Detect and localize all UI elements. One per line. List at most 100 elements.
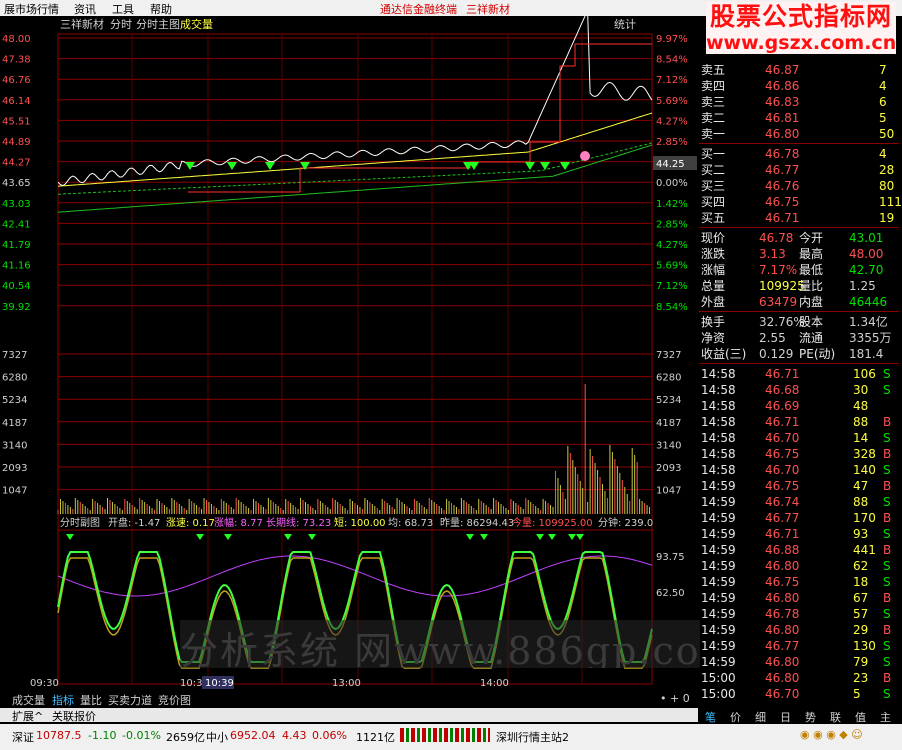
stat-value: 3355万 — [849, 331, 892, 345]
chart-stock-name: 三祥新材 — [60, 17, 104, 31]
app-title: 通达信金融终端 — [380, 3, 457, 16]
stat-row[interactable]: 涨幅 7.17% 最低 42.70 — [699, 262, 899, 278]
right-tab[interactable]: 日 — [780, 709, 791, 725]
zoom-icons[interactable]: • + 0 — [660, 692, 690, 705]
tick-time: 14:58 — [701, 383, 736, 397]
tick-volume: 441 — [853, 543, 876, 557]
tick-row[interactable]: 14:59 46.77 170 B — [699, 510, 899, 526]
tick-time: 15:00 — [701, 671, 736, 685]
ask-row[interactable]: 卖三 46.83 6 — [699, 94, 899, 110]
stat-label: 现价 — [701, 231, 726, 245]
tick-row[interactable]: 14:59 46.71 93 S — [699, 526, 899, 542]
right-tab[interactable]: 价 — [730, 709, 741, 725]
tab-expand[interactable]: 扩展^ — [12, 708, 43, 724]
right-tab[interactable]: 值 — [855, 709, 866, 725]
menu-help[interactable]: 帮助 — [150, 1, 172, 17]
tick-row[interactable]: 14:58 46.70 14 S — [699, 430, 899, 446]
tick-price: 46.74 — [765, 495, 800, 509]
indicator-header-item: 短: 100.00 — [334, 516, 386, 529]
stat-value: 1.25 — [849, 279, 876, 293]
intraday-chart[interactable]: 三祥新材 分时 分时主图 成交量 统计 48.00 9.97% 47.38 8.54% 46.76… — [0, 10, 698, 690]
tick-row[interactable]: 14:59 46.88 441 B — [699, 542, 899, 558]
tick-volume: 48 — [853, 399, 869, 413]
bid-row[interactable]: 买一 46.78 4 — [699, 146, 899, 162]
tick-row[interactable]: 14:59 46.75 18 S — [699, 574, 899, 590]
right-tab[interactable]: 主 — [880, 709, 891, 725]
tick-price: 46.69 — [765, 399, 800, 413]
tick-volume: 47 — [853, 479, 869, 493]
divider — [699, 363, 899, 364]
tick-row[interactable]: 15:00 46.80 23 B — [699, 670, 899, 686]
price-tick: 46.14 — [2, 96, 31, 107]
right-tab[interactable]: 联 — [830, 709, 841, 725]
stat-row[interactable]: 总量 109925 量比 1.25 — [699, 278, 899, 294]
ask-row[interactable]: 卖一 46.80 50 — [699, 126, 899, 142]
tick-row[interactable]: 14:59 46.80 67 B — [699, 590, 899, 606]
ask-price: 46.83 — [765, 95, 800, 109]
menu-tools[interactable]: 工具 — [112, 1, 134, 17]
stat-row[interactable]: 现价 46.78 今开 43.01 — [699, 230, 899, 246]
dashed-line — [57, 142, 653, 195]
bid-row[interactable]: 买五 46.71 19 — [699, 210, 899, 226]
stat-label: 最低 — [799, 263, 824, 277]
tick-row[interactable]: 14:58 46.68 30 S — [699, 382, 899, 398]
tab-volume-ratio[interactable]: 量比 — [80, 692, 102, 708]
stat-value: 3.13 — [759, 247, 786, 261]
tab-indicator[interactable]: 指标 — [52, 692, 74, 708]
indicator-header-item: 今量: 109925.00 — [512, 516, 593, 529]
tick-row[interactable]: 14:59 46.80 29 B — [699, 622, 899, 638]
ask-label: 卖五 — [701, 63, 726, 77]
bid-row[interactable]: 买四 46.75 111 — [699, 194, 902, 210]
stat-row[interactable]: 外盘 63479 内盘 46446 — [699, 294, 899, 310]
tick-row[interactable]: 14:59 46.80 79 S — [699, 654, 899, 670]
watermark-logo: 股票公式指标网 www.gszx.com.cn — [706, 2, 896, 58]
tick-row[interactable]: 14:58 46.71 88 B — [699, 414, 899, 430]
tick-time: 14:59 — [701, 495, 736, 509]
tick-row[interactable]: 14:59 46.80 62 S — [699, 558, 899, 574]
stat-row[interactable]: 换手 32.76% 股本 1.34亿 — [699, 314, 899, 330]
right-tab[interactable]: 势 — [805, 709, 816, 725]
volume-tick: 3140 — [2, 440, 27, 451]
tick-row[interactable]: 14:58 46.71 106 S — [699, 366, 899, 382]
volume-tick-right: 5234 — [656, 395, 681, 406]
stat-row[interactable]: 收益(三) 0.129 PE(动) 181.4 — [699, 346, 899, 362]
stat-row[interactable]: 净资 2.55 流通 3355万 — [699, 330, 899, 346]
tick-row[interactable]: 14:59 46.77 130 S — [699, 638, 899, 654]
right-tab[interactable]: 笔 — [705, 709, 716, 725]
tick-row[interactable]: 14:59 46.74 88 S — [699, 494, 899, 510]
bid-row[interactable]: 买二 46.77 28 — [699, 162, 899, 178]
menu-news[interactable]: 资讯 — [74, 1, 96, 17]
tab-related-quote[interactable]: 关联报价 — [52, 708, 96, 724]
indicator-header-item: 开盘: -1.47 — [108, 516, 160, 529]
tick-volume: 328 — [853, 447, 876, 461]
stat-value: 46446 — [849, 295, 888, 309]
tab-volume[interactable]: 成交量 — [12, 692, 45, 708]
ask-row[interactable]: 卖五 46.87 7 — [699, 62, 899, 78]
tick-row[interactable]: 14:58 46.69 48 — [699, 398, 899, 414]
tick-row[interactable]: 14:59 46.78 57 S — [699, 606, 899, 622]
volume-tick: 7327 — [2, 350, 27, 361]
indicator-arrow — [196, 534, 204, 540]
bid-row[interactable]: 买三 46.76 80 — [699, 178, 899, 194]
stat-row[interactable]: 涨跌 3.13 最高 48.00 — [699, 246, 899, 262]
tray-icons[interactable]: ◉ ◉ ◉ ◆ ☺ — [800, 728, 863, 741]
ask-row[interactable]: 卖四 46.86 4 — [699, 78, 899, 94]
tab-auction[interactable]: 竞价图 — [158, 692, 191, 708]
price-tick: 48.00 — [2, 34, 31, 45]
pct-tick: 4.27% — [656, 116, 688, 127]
right-tab[interactable]: 细 — [755, 709, 766, 725]
tick-row[interactable]: 14:59 46.75 47 B — [699, 478, 899, 494]
tab-buy-sell-power[interactable]: 买卖力道 — [108, 692, 152, 708]
bid-label: 买二 — [701, 163, 726, 177]
time-tick: 10:3 — [180, 678, 202, 689]
tick-row[interactable]: 14:58 46.70 140 S — [699, 462, 899, 478]
tick-row[interactable]: 15:00 46.70 5 S — [699, 686, 899, 702]
tick-row[interactable]: 14:58 46.75 328 B — [699, 446, 899, 462]
ask-row[interactable]: 卖二 46.81 5 — [699, 110, 899, 126]
stat-label: 最高 — [799, 247, 824, 261]
tick-time: 14:59 — [701, 623, 736, 637]
bid-volume: 28 — [879, 163, 895, 177]
pct-tick: 2.85% — [656, 137, 688, 148]
sz-change: -1.10 — [88, 729, 117, 742]
menu-market[interactable]: 展市场行情 — [4, 1, 59, 17]
